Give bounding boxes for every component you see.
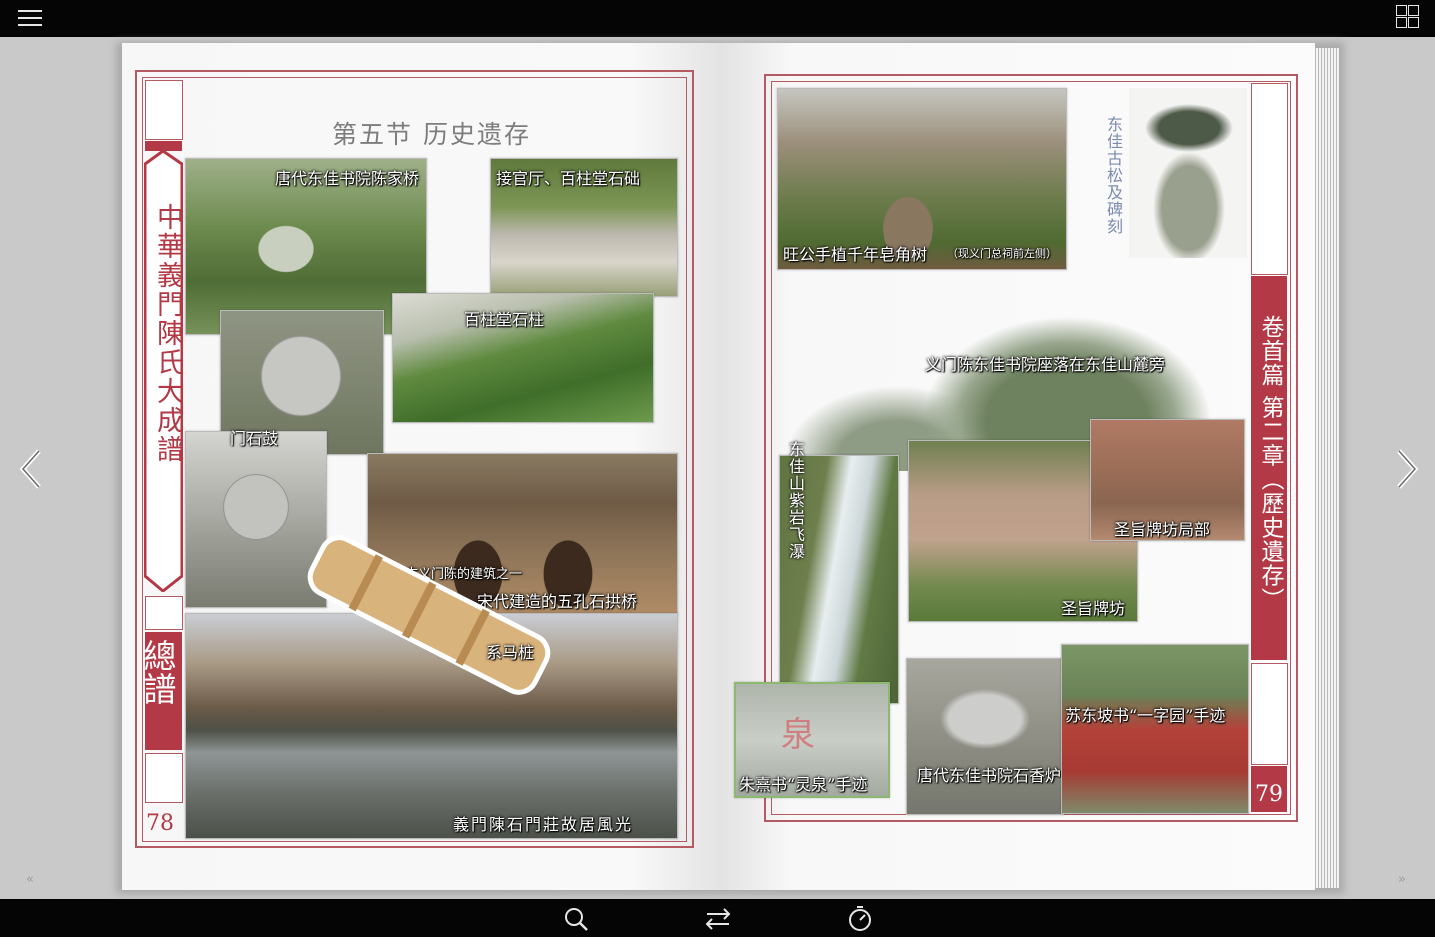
chevron-right-icon[interactable] [1391,447,1421,491]
caption-hitching-post: 系马桩 [486,643,535,662]
right-page[interactable]: 卷首篇 第二章（歷史遺存） 79 旺公手植千年皂角树 （现义门总祠前左侧） 东佳… [719,43,1315,890]
page-number: 79 [1255,782,1283,807]
photo-incense-burner [906,658,1064,815]
caption-archway: 圣旨牌坊 [1061,599,1126,618]
caption-su-dongpo: 苏东坡书“一字园”手迹 [1065,706,1226,725]
page-number: 78 [146,811,174,836]
caption-stone-base: 接官厅、百柱堂石础 [496,169,641,188]
double-chevron-right-icon[interactable]: » [1398,872,1406,887]
side-strip-mid [1251,663,1288,765]
search-icon[interactable] [561,904,591,934]
swap-arrows-icon[interactable] [703,904,733,934]
photo-pine [1129,88,1247,258]
side-strip-mid [145,596,183,630]
timer-icon[interactable] [845,904,875,934]
caption-incense-burner: 唐代东佳书院石香炉 [917,766,1062,785]
caption-pillars: 百柱堂石柱 [464,310,545,329]
side-strip-top [1251,83,1288,275]
caption-drum: 门石鼓 [230,429,279,448]
top-toolbar [0,0,1435,37]
caption-waterfall: 东佳山紫岩飞瀑 [786,441,805,560]
caption-old-tree-note: （现义门总祠前左侧） [947,247,1057,260]
page-stack-edge [1313,48,1339,888]
chevron-left-icon[interactable] [17,447,47,491]
double-chevron-left-icon[interactable]: « [26,872,34,887]
calligraphy-mark: 泉 [781,715,815,755]
thumbnails-grid-icon[interactable] [1396,5,1420,29]
caption-archway-detail: 圣旨牌坊局部 [1114,520,1211,539]
caption-zhu-xi: 朱熹书“灵泉”手迹 [739,775,868,794]
side-strip-top [145,80,183,140]
caption-old-tree: 旺公手植千年皂角树 [783,245,928,264]
side-strip-bottom [145,753,183,803]
section-title: 第五节 历史遗存 [332,120,531,149]
hamburger-menu-icon[interactable] [16,6,44,30]
caption-mountain: 义门陈东佳书院座落在东佳山麓旁 [925,355,1166,374]
bottom-toolbar [0,899,1435,937]
photo-su-dongpo [1061,644,1249,814]
left-page[interactable]: 中華義門陳氏大成譜 總譜 78 第五节 历史遗存 唐代东佳书院陈家桥 接官厅、百… [122,43,719,890]
caption-village: 義門陳石門莊故居風光 [453,815,634,834]
photo-hitching-post [307,535,551,695]
side-vertical-title: 卷首篇 第二章（歷史遺存） [1257,315,1283,612]
caption-pine: 东佳古松及碑刻 [1104,116,1123,235]
side-label: 總譜 [138,639,177,705]
caption-bridge: 唐代东佳书院陈家桥 [275,169,420,188]
side-vertical-title: 中華義門陳氏大成譜 [152,203,183,464]
